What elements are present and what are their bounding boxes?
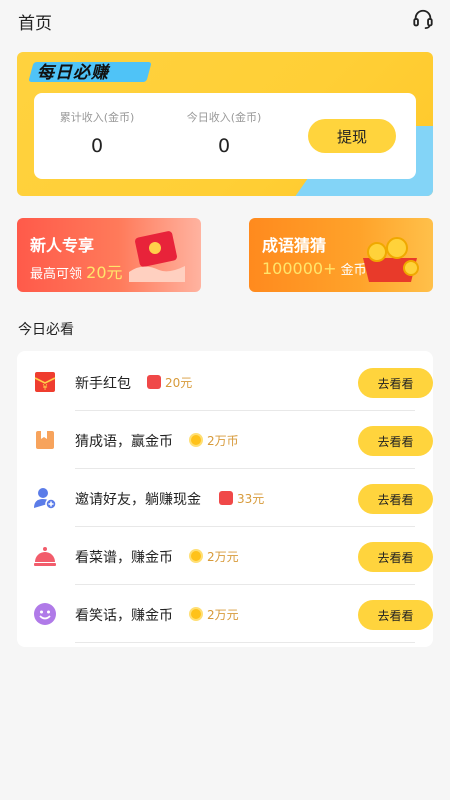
idiom-guess-promo-card[interactable]: 成语猜猜 100000+ 金币	[249, 218, 433, 292]
food-cloche-icon	[34, 547, 56, 566]
coin-icon	[189, 433, 203, 447]
red-packet-icon	[147, 375, 161, 389]
promo-subtitle: 100000+ 金币	[262, 259, 367, 278]
total-income-stat: 累计收入(金币) 0	[42, 109, 152, 157]
task-list: ¥ 新手红包 20元 去看看 猜成语，赢金币 2万币 去看看 邀请好友，躺赚现金	[17, 351, 433, 647]
task-reward: 33元	[219, 489, 264, 507]
list-item[interactable]: 看菜谱，赚金币 2万元 去看看	[17, 527, 433, 585]
list-item[interactable]: ¥ 新手红包 20元 去看看	[17, 353, 433, 411]
task-name: 看笑话，赚金币	[75, 608, 173, 624]
reward-text: 33元	[237, 491, 265, 506]
daily-earn-banner: 每日必赚 累计收入(金币) 0 今日收入(金币) 0 提现	[17, 52, 433, 196]
go-button[interactable]: 去看看	[358, 484, 433, 514]
income-card: 累计收入(金币) 0 今日收入(金币) 0 提现	[34, 93, 416, 179]
reward-text: 20元	[165, 375, 193, 390]
task-name: 猜成语，赢金币	[75, 434, 173, 450]
promo-title: 成语猜猜	[262, 236, 327, 255]
coin-icon	[189, 549, 203, 563]
task-name: 邀请好友，躺赚现金	[75, 492, 201, 508]
go-button[interactable]: 去看看	[358, 426, 433, 456]
go-button[interactable]: 去看看	[358, 600, 433, 630]
task-name: 新手红包	[75, 376, 131, 392]
coin-basket-illustration	[363, 237, 419, 282]
red-packet-icon	[219, 491, 233, 505]
svg-text:¥: ¥	[42, 383, 47, 392]
promo-subtitle-highlight: 100000+	[262, 259, 337, 278]
reward-text: 2万元	[207, 549, 239, 564]
withdraw-button[interactable]: 提现	[308, 119, 396, 153]
red-envelope-icon: ¥	[34, 372, 56, 392]
book-icon	[36, 431, 54, 449]
go-button[interactable]: 去看看	[358, 542, 433, 572]
page-title: 首页	[18, 14, 52, 34]
reward-text: 2万币	[207, 433, 239, 448]
promo-title: 新人专享	[30, 236, 95, 255]
go-button[interactable]: 去看看	[358, 368, 433, 398]
promo-subtitle-highlight: 20元	[86, 263, 123, 282]
total-income-label: 累计收入(金币)	[59, 111, 135, 124]
total-income-value: 0	[90, 135, 104, 157]
reward-text: 2万元	[207, 607, 239, 622]
task-reward: 2万元	[189, 547, 239, 565]
today-income-stat: 今日收入(金币) 0	[169, 109, 279, 157]
smile-icon	[34, 603, 56, 625]
task-name: 看菜谱，赚金币	[75, 550, 173, 566]
task-reward: 2万元	[189, 605, 239, 623]
list-item[interactable]: 猜成语，赢金币 2万币 去看看	[17, 411, 433, 469]
top-bar: 首页	[0, 0, 450, 40]
list-item[interactable]: 邀请好友，躺赚现金 33元 去看看	[17, 469, 433, 527]
red-envelope-illustration	[129, 231, 185, 282]
task-reward: 20元	[147, 373, 192, 391]
section-title: 今日必看	[18, 322, 74, 338]
promo-subtitle-prefix: 最高可领	[30, 267, 87, 282]
today-income-value: 0	[217, 135, 231, 157]
headset-icon[interactable]	[412, 8, 434, 30]
coin-icon	[189, 607, 203, 621]
task-reward: 2万币	[189, 431, 239, 449]
newbie-promo-card[interactable]: 新人专享 最高可领 20元	[17, 218, 201, 292]
divider	[75, 642, 415, 643]
list-item[interactable]: 看笑话，赚金币 2万元 去看看	[17, 585, 433, 643]
promo-subtitle: 最高可领 20元	[30, 259, 123, 283]
daily-earn-logo: 每日必赚	[37, 63, 109, 83]
add-user-icon	[34, 488, 57, 510]
today-income-label: 今日收入(金币)	[186, 111, 262, 124]
